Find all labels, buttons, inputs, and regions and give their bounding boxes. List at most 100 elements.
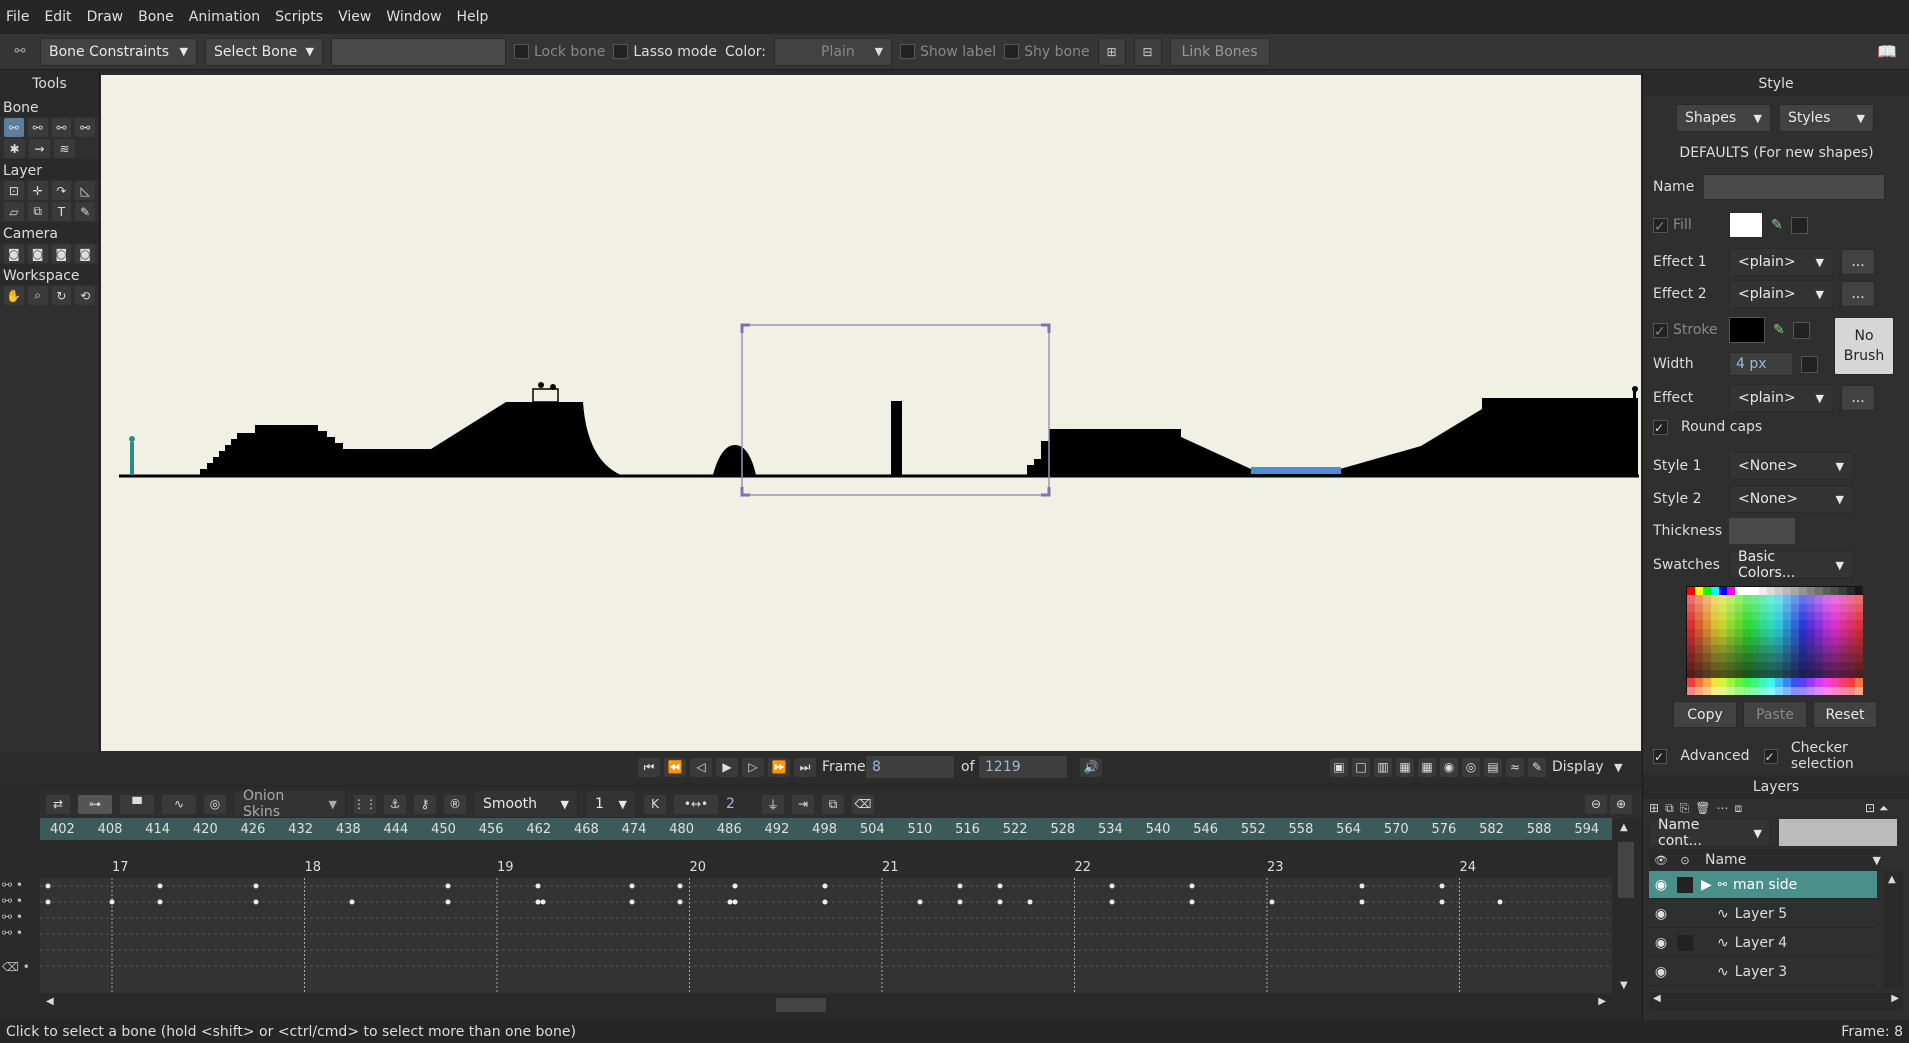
palette-swatch[interactable] — [1695, 595, 1703, 604]
palette-swatch[interactable] — [1815, 611, 1823, 621]
palette-swatch[interactable] — [1807, 653, 1815, 662]
palette-swatch[interactable] — [1815, 645, 1823, 654]
palette-swatch[interactable] — [1815, 636, 1823, 646]
sync-icon[interactable]: ⇄ — [46, 794, 70, 814]
pen-view-icon[interactable]: ✎ — [1528, 757, 1546, 777]
palette-swatch[interactable] — [1743, 645, 1751, 654]
palette-swatch[interactable] — [1727, 678, 1735, 687]
palette-swatch[interactable] — [1743, 620, 1751, 629]
menu-edit[interactable]: Edit — [44, 9, 71, 25]
palette-swatch[interactable] — [1839, 661, 1847, 671]
layer-color-box[interactable] — [1677, 906, 1693, 922]
palette-swatch[interactable] — [1719, 628, 1727, 637]
palette-swatch[interactable] — [1855, 587, 1863, 596]
palette-swatch[interactable] — [1743, 603, 1751, 612]
menu-draw[interactable]: Draw — [87, 9, 124, 25]
palette-swatch[interactable] — [1719, 603, 1727, 612]
link-bones-button[interactable]: Link Bones — [1169, 37, 1270, 66]
palette-swatch[interactable] — [1711, 678, 1719, 687]
menu-scripts[interactable]: Scripts — [275, 9, 323, 25]
palette-swatch[interactable] — [1687, 595, 1695, 604]
palette-swatch[interactable] — [1703, 645, 1711, 654]
palette-swatch[interactable] — [1711, 670, 1719, 679]
palette-swatch[interactable] — [1759, 661, 1767, 671]
expand-arrow-icon[interactable]: ▶ — [1701, 877, 1712, 893]
frame-input[interactable]: 8 — [865, 755, 955, 779]
palette-swatch[interactable] — [1839, 603, 1847, 612]
keys-grid-icon[interactable]: ⋮⋮ — [353, 794, 377, 814]
palette-swatch[interactable] — [1735, 595, 1743, 604]
palette-swatch[interactable] — [1735, 603, 1743, 612]
palette-swatch[interactable] — [1751, 628, 1759, 637]
palette-swatch[interactable] — [1703, 661, 1711, 671]
palette-swatch[interactable] — [1751, 587, 1759, 596]
palette-swatch[interactable] — [1711, 661, 1719, 671]
channel-mode-icon[interactable]: ⊶ — [78, 794, 112, 814]
forward-end-icon[interactable]: ⏭ — [794, 757, 816, 777]
camera-view-icon[interactable]: ◉ — [1440, 757, 1458, 777]
palette-swatch[interactable] — [1791, 636, 1799, 646]
scale-layer-tool-icon[interactable]: ▱ — [4, 202, 24, 221]
layer-search-input[interactable] — [1779, 819, 1897, 846]
scroll-right-icon[interactable]: ▶ — [1598, 996, 1606, 1007]
palette-swatch[interactable] — [1735, 587, 1743, 596]
scroll-right-icon[interactable]: ▶ — [1891, 993, 1899, 1004]
palette-swatch[interactable] — [1831, 636, 1839, 646]
palette-swatch[interactable] — [1743, 678, 1751, 687]
select-bone-tool-icon[interactable]: ⚯ — [4, 118, 24, 137]
palette-swatch[interactable] — [1855, 628, 1863, 637]
fill-option-checkbox[interactable] — [1790, 216, 1808, 234]
palette-swatch[interactable] — [1783, 686, 1791, 695]
palette-swatch[interactable] — [1823, 603, 1831, 612]
palette-swatch[interactable] — [1839, 653, 1847, 662]
palette-swatch[interactable] — [1823, 620, 1831, 629]
rewind-start-icon[interactable]: ⏮ — [638, 757, 660, 777]
palette-swatch[interactable] — [1791, 653, 1799, 662]
palette-swatch[interactable] — [1695, 670, 1703, 679]
palette-swatch[interactable] — [1751, 678, 1759, 687]
grid-view-icon[interactable]: ▦ — [1418, 757, 1436, 777]
layer-row[interactable]: ◉ ∿ Layer 5 — [1649, 900, 1877, 928]
palette-swatch[interactable] — [1783, 661, 1791, 671]
cycle-keys-icon[interactable]: ⇥ — [792, 794, 814, 814]
palette-swatch[interactable] — [1807, 595, 1815, 604]
bone-unlink-icon[interactable]: ⊟ — [1133, 37, 1162, 66]
palette-swatch[interactable] — [1807, 587, 1815, 596]
duplicate-layer-icon[interactable]: ⧉ — [1665, 801, 1674, 816]
palette-swatch[interactable] — [1719, 670, 1727, 679]
palette-swatch[interactable] — [1687, 587, 1695, 596]
palette-swatch[interactable] — [1711, 645, 1719, 654]
palette-swatch[interactable] — [1815, 678, 1823, 687]
palette-swatch[interactable] — [1807, 620, 1815, 629]
palette-swatch[interactable] — [1695, 636, 1703, 646]
palette-swatch[interactable] — [1799, 645, 1807, 654]
palette-swatch[interactable] — [1727, 636, 1735, 646]
palette-swatch[interactable] — [1807, 645, 1815, 654]
palette-swatch[interactable] — [1687, 661, 1695, 671]
palette-swatch[interactable] — [1847, 670, 1855, 679]
palette-swatch[interactable] — [1799, 653, 1807, 662]
stroke-eyedropper-icon[interactable]: ✎ — [1773, 322, 1785, 338]
lock-bone-checkbox[interactable] — [514, 44, 529, 59]
palette-swatch[interactable] — [1791, 628, 1799, 637]
palette-swatch[interactable] — [1799, 678, 1807, 687]
lock-bone-toggle[interactable]: Lock bone — [514, 44, 605, 60]
palette-swatch[interactable] — [1775, 678, 1783, 687]
palette-swatch[interactable] — [1799, 603, 1807, 612]
lasso-checkbox[interactable] — [613, 44, 629, 59]
palette-swatch[interactable] — [1799, 636, 1807, 646]
palette-swatch[interactable] — [1767, 611, 1775, 621]
roll-camera-icon[interactable]: ◙ — [51, 244, 72, 263]
display-dropdown[interactable]: Display ▼ — [1552, 759, 1623, 775]
palette-swatch[interactable] — [1807, 628, 1815, 637]
palette-swatch[interactable] — [1711, 628, 1719, 637]
relative-keys-icon[interactable]: ® — [444, 794, 466, 814]
palette-swatch[interactable] — [1687, 636, 1695, 646]
palette-swatch[interactable] — [1799, 595, 1807, 604]
layers-vscroll[interactable]: ▲ — [1883, 871, 1903, 989]
palette-swatch[interactable] — [1735, 686, 1743, 695]
layer-settings-icon[interactable]: ⊡ ⏶ — [1865, 801, 1888, 816]
palette-swatch[interactable] — [1839, 678, 1847, 687]
layer-name-header[interactable]: Name — [1705, 852, 1873, 868]
palette-swatch[interactable] — [1831, 587, 1839, 596]
